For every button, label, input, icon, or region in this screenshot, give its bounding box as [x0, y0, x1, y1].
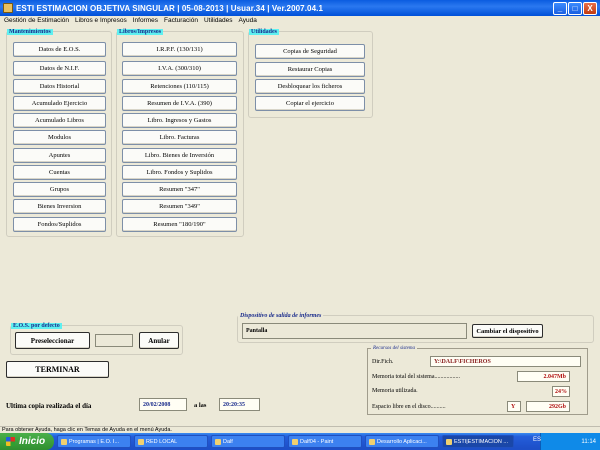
taskbar-item-paint[interactable]: Dalf04 - Paint [288, 435, 362, 448]
libros-title: Libros/Impresos [117, 29, 164, 35]
eos-default-field[interactable] [95, 334, 133, 347]
task-label: Programas | E.O. I... [69, 438, 120, 445]
a-las-label: a las [194, 402, 207, 409]
fondos-suplidos-button[interactable]: Fondos/Suplidos [13, 217, 106, 232]
libro-bienes-inversion-button[interactable]: Libro. Bienes de Inversión [122, 148, 237, 163]
libro-ingresos-gastos-button[interactable]: Libro. Ingresos y Gastos [122, 113, 237, 128]
system-resources-title: Recursos del sistema [371, 346, 417, 351]
taskbar-item-desarrollo[interactable]: Desarrollo Aplicaci... [365, 435, 439, 448]
folder-icon [215, 438, 221, 445]
menu-informes[interactable]: Informes [133, 17, 158, 24]
task-label: RED LOCAL [146, 438, 178, 445]
taskbar-item-dalf[interactable]: Dalf [211, 435, 285, 448]
task-label: ESTI|ESTIMACION ... [454, 438, 508, 445]
desbloquear-ficheros-button[interactable]: Desbloquear los ficheros [255, 79, 365, 94]
libro-facturas-button[interactable]: Libro. Facturas [122, 130, 237, 145]
resumen-iva-button[interactable]: Resumen de I.V.A. (390) [122, 96, 237, 111]
taskbar: Inicio Programas | E.O. I... RED LOCAL D… [0, 433, 600, 450]
utilidades-title: Utilidades [249, 29, 280, 35]
mantenimientos-title: Mantenimientos [7, 29, 53, 35]
last-backup-time: 20:20:35 [219, 398, 260, 411]
start-label: Inicio [19, 436, 46, 447]
language-indicator[interactable]: ES [533, 437, 541, 443]
modulos-button[interactable]: Modulos [13, 130, 106, 145]
task-label: Dalf04 - Paint [300, 438, 334, 445]
resumen-349-button[interactable]: Resumen "349" [122, 199, 237, 214]
datos-historial-button[interactable]: Datos Historial [13, 79, 106, 94]
minimize-button[interactable]: _ [553, 1, 567, 15]
taskbar-item-esti[interactable]: ESTI|ESTIMACION ... [442, 435, 514, 448]
restaurar-copias-button[interactable]: Restaurar Copias [255, 62, 365, 77]
maximize-button[interactable]: □ [568, 1, 582, 15]
menu-libros[interactable]: Libros e Impresos [75, 17, 127, 24]
menu-utilidades[interactable]: Utilidades [204, 17, 233, 24]
dispositivo-field: Pantalla [242, 323, 467, 339]
dir-fich-field: Y:\DALF\FICHEROS [430, 356, 581, 367]
mem-total-label: Memoria total del sistema...............… [372, 374, 460, 380]
title-bar: ESTI ESTIMACION OBJETIVA SINGULAR | 05-0… [0, 0, 600, 16]
windows-logo-icon [6, 437, 15, 446]
menu-bar: Gestión de Estimación Libros e Impresos … [0, 16, 600, 25]
apuntes-button[interactable]: Apuntes [13, 148, 106, 163]
datos-nif-button[interactable]: Datos de N.I.F. [13, 61, 106, 76]
disk-drive-field: Y [507, 401, 521, 412]
cuentas-button[interactable]: Cuentas [13, 165, 106, 180]
retenciones-button[interactable]: Retenciones (110/115) [122, 79, 237, 94]
paint-icon [292, 438, 298, 445]
close-button[interactable]: X [583, 1, 597, 15]
resumen-180-190-button[interactable]: Resumen "180/190" [122, 217, 237, 232]
irpf-button[interactable]: I.R.P.F. (130/131) [122, 42, 237, 57]
menu-facturacion[interactable]: Facturación [164, 17, 198, 24]
copias-seguridad-button[interactable]: Copias de Seguridad [255, 44, 365, 59]
disk-free-label: Espacio libre en el disco.......... [372, 404, 446, 410]
app-icon [61, 438, 67, 445]
dispositivo-title: Dispositivo de salida de informes [238, 313, 324, 319]
status-bar: Para obtener Ayuda, haga clic en Temas d… [0, 426, 600, 433]
bienes-inversion-button[interactable]: Bienes Inversion [13, 199, 106, 214]
acumulado-libros-button[interactable]: Acumulado Libros [13, 113, 106, 128]
disk-free-field: 292Gb [526, 401, 570, 412]
preseleccionar-button[interactable]: Preseleccionar [15, 332, 90, 349]
grupos-button[interactable]: Grupos [13, 182, 106, 197]
taskbar-item-red-local[interactable]: RED LOCAL [134, 435, 208, 448]
system-tray: 11:14 [540, 433, 600, 450]
anular-button[interactable]: Anular [139, 332, 179, 349]
eos-default-title: E.O.S. por defecto [11, 323, 62, 329]
dir-fich-label: Dir.Fich. [372, 359, 394, 365]
last-backup-label: Ultima copia realizada el día [6, 402, 92, 410]
datos-eos-button[interactable]: Datos de E.O.S. [13, 42, 106, 57]
client-area: Mantenimientos Datos de E.O.S. Datos de … [0, 25, 600, 426]
acumulado-ejercicio-button[interactable]: Acumulado Ejercicio [13, 96, 106, 111]
libro-fondos-suplidos-button[interactable]: Libro. Fondos y Suplidos [122, 165, 237, 180]
menu-gestion[interactable]: Gestión de Estimación [4, 17, 69, 24]
app-icon [446, 438, 452, 445]
task-label: Dalf [223, 438, 233, 445]
mem-used-field: 24% [552, 386, 570, 397]
resumen-347-button[interactable]: Resumen "347" [122, 182, 237, 197]
last-backup-date: 20/02/2008 [139, 398, 187, 411]
folder-icon [138, 438, 144, 445]
mem-used-label: Memoria utilizada. [372, 388, 418, 394]
menu-ayuda[interactable]: Ayuda [239, 17, 257, 24]
clock: 11:14 [581, 438, 596, 445]
task-label: Desarrollo Aplicaci... [377, 438, 427, 445]
terminar-button[interactable]: TERMINAR [6, 361, 109, 378]
mem-total-field: 2.047Mb [517, 371, 570, 382]
app-icon [369, 438, 375, 445]
start-button[interactable]: Inicio [0, 433, 54, 450]
window-title: ESTI ESTIMACION OBJETIVA SINGULAR | 05-0… [16, 3, 324, 13]
cambiar-dispositivo-button[interactable]: Cambiar el dispositivo [472, 324, 543, 338]
app-icon [3, 3, 13, 13]
copiar-ejercicio-button[interactable]: Copiar el ejercicio [255, 96, 365, 111]
iva-button[interactable]: I.V.A. (300/310) [122, 61, 237, 76]
taskbar-item-programas[interactable]: Programas | E.O. I... [57, 435, 131, 448]
